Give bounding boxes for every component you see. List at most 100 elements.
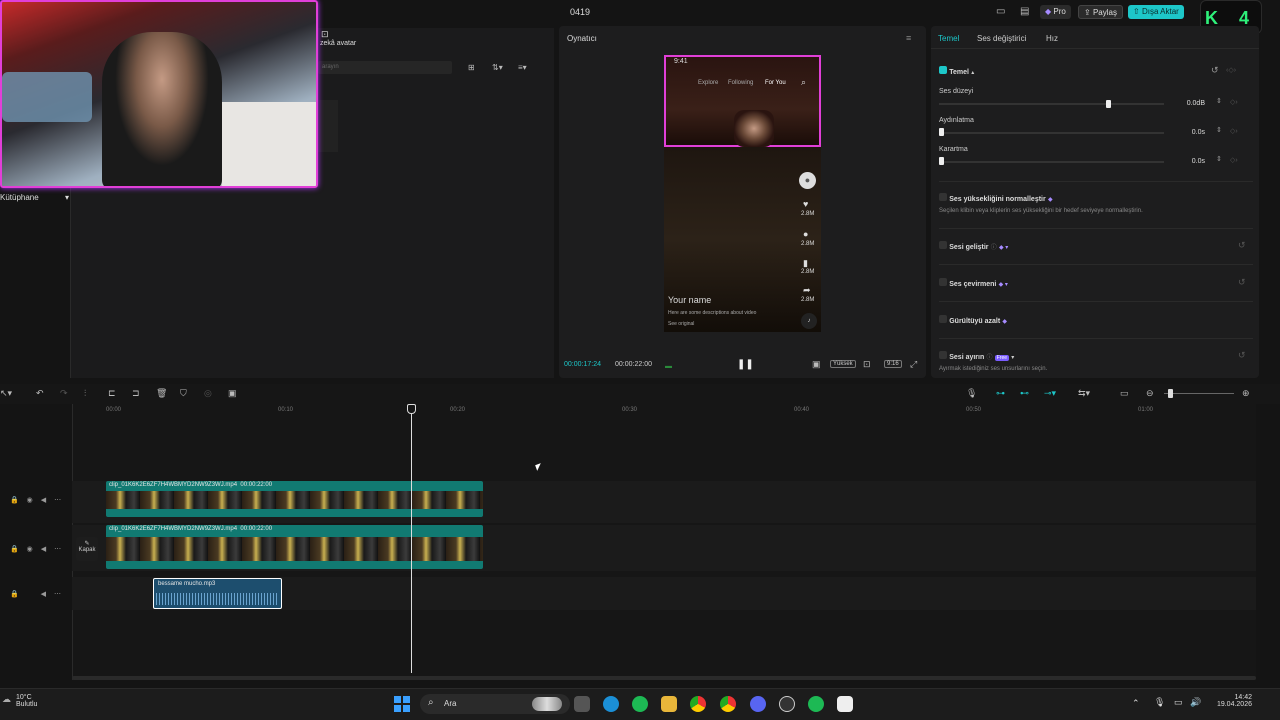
checkbox-basic[interactable] [939, 66, 947, 74]
delete-icon[interactable]: 🗑 [156, 388, 167, 399]
stepper-icon[interactable]: ⇕ [1216, 126, 1222, 134]
keyframe-icon[interactable]: ◇› [1230, 156, 1238, 164]
export-button[interactable]: ⇧ Dışa Aktar [1128, 5, 1184, 19]
taskbar-clock[interactable]: 14:42 19.04.2026 [1212, 694, 1252, 708]
windows-start-icon[interactable] [394, 696, 410, 712]
undo-icon[interactable]: ↶ [36, 388, 44, 399]
snapshot-icon[interactable]: ▣ [812, 359, 821, 370]
sort-icon[interactable]: ⇅▾ [492, 63, 503, 72]
fadeout-value[interactable]: 0.0s [1172, 156, 1205, 168]
enhance-toggle[interactable]: Sesi geliştir ⓘ ◆ ▾ [939, 241, 1008, 251]
playhead-handle[interactable] [407, 404, 416, 414]
microphone-icon[interactable]: 🎙 [966, 388, 977, 399]
playhead[interactable] [411, 405, 412, 673]
video-clip[interactable]: clip_01K6K2E6ZF7H4WBMYD2NW9Z3WJ.mp4 00:0… [106, 525, 483, 569]
speaker-icon[interactable]: ◀ [41, 546, 46, 553]
volume-slider[interactable] [939, 103, 1164, 105]
speaker-icon[interactable]: ◀ [41, 591, 46, 598]
avatar-icon[interactable]: ⊡ [321, 29, 329, 40]
eye-icon[interactable]: ◉ [27, 546, 33, 553]
zoom-slider[interactable] [1164, 393, 1234, 394]
layout-icon[interactable]: ▭ [996, 6, 1005, 18]
reset-icon[interactable]: ↺ [1238, 240, 1246, 251]
pro-button[interactable]: ◆ Pro [1040, 5, 1071, 19]
linkage-icon[interactable]: ⊸▾ [1044, 388, 1056, 399]
checkbox-normalize[interactable] [939, 193, 947, 201]
chrome-icon[interactable] [690, 696, 706, 712]
caption-icon[interactable]: ▣ [228, 388, 237, 399]
stepper-icon[interactable]: ⇕ [1216, 155, 1222, 163]
fadein-slider-handle[interactable] [939, 128, 944, 136]
tab-voice-changer[interactable]: Ses değiştirici [977, 34, 1026, 43]
fadein-slider[interactable] [939, 132, 1164, 134]
trim-left-icon[interactable]: ⊏ [108, 388, 116, 399]
library-dropdown[interactable]: Kütüphane ▾ [0, 193, 69, 202]
shield-icon[interactable]: ⛉ [180, 388, 187, 399]
reset-icon[interactable]: ↺ [1211, 65, 1219, 76]
zoom-out-icon[interactable]: ⊖ [1146, 388, 1154, 399]
speaker-icon[interactable]: ◀ [41, 497, 46, 504]
normalize-toggle[interactable]: Ses yüksekliğini normalleştir ◆ [939, 193, 1053, 203]
overview-icon[interactable]: ▭ [1120, 388, 1129, 399]
separate-toggle[interactable]: Sesi ayırın ⓘ Free ▾ [939, 351, 1014, 361]
video-clip[interactable]: clip_01K6K2E6ZF7H4WBMYD2NW9Z3WJ.mp4 00:0… [106, 481, 483, 517]
keyframe-icon[interactable]: ◇› [1230, 127, 1238, 135]
chrome-profile-icon[interactable] [720, 696, 736, 712]
mask-icon[interactable]: ◎ [204, 388, 212, 399]
lock-icon[interactable]: 🔒 [10, 591, 19, 598]
volume-icon[interactable]: 🔊 [1190, 697, 1201, 708]
edge-icon[interactable] [603, 696, 619, 712]
link-icon[interactable]: ⊶ [996, 388, 1005, 399]
obs-icon[interactable] [779, 696, 795, 712]
volume-value[interactable]: 0.0dB [1172, 98, 1205, 110]
tab-speed[interactable]: Hız [1046, 34, 1058, 43]
more-icon[interactable]: ⋯ [54, 546, 61, 553]
reset-icon[interactable]: ↺ [1238, 350, 1246, 361]
more-icon[interactable]: ⋯ [54, 591, 61, 598]
basic-section-toggle[interactable]: Temel ▴ [939, 66, 974, 76]
stepper-icon[interactable]: ⇕ [1216, 97, 1222, 105]
media-thumb[interactable] [318, 100, 338, 152]
checkbox-separate[interactable] [939, 351, 947, 359]
pause-icon[interactable]: ❚❚ [737, 359, 754, 370]
zoom-slider-handle[interactable] [1168, 389, 1173, 398]
volume-slider-handle[interactable] [1105, 100, 1111, 108]
weather-widget[interactable]: 10°C Bulutlu [16, 694, 37, 708]
translate-toggle[interactable]: Ses çevirmeni ◆ ▾ [939, 278, 1008, 288]
audio-clip[interactable]: bessame mucho.mp3 [153, 578, 282, 609]
share-button[interactable]: ⇪ Paylaş [1078, 5, 1123, 19]
ratio-button[interactable]: 9:16 [884, 360, 902, 368]
filter-icon[interactable]: ⊞ [468, 63, 475, 72]
split-icon[interactable]: ⫶ [84, 388, 86, 399]
more-icon[interactable]: ⋯ [54, 497, 61, 504]
fadeout-slider-handle[interactable] [939, 157, 944, 165]
menu-icon[interactable]: ≡ [906, 33, 911, 43]
file-explorer-icon[interactable] [661, 696, 677, 712]
lock-icon[interactable]: 🔒 [10, 497, 19, 504]
trim-right-icon[interactable]: ⊐ [132, 388, 140, 399]
microphone-icon[interactable]: 🎙 [1154, 697, 1165, 708]
shortcut-icon[interactable]: ▤ [1020, 6, 1029, 18]
discord-icon[interactable] [750, 696, 766, 712]
denoise-toggle[interactable]: Gürültüyü azalt ◆ [939, 315, 1007, 325]
spotify-icon[interactable] [632, 696, 648, 712]
search-input[interactable]: arayın [318, 61, 452, 74]
keyframe-icon[interactable]: ◇› [1230, 98, 1238, 106]
quality-button[interactable]: Yüksek [830, 360, 856, 368]
zoom-in-icon[interactable]: ⊕ [1242, 388, 1250, 399]
task-view-icon[interactable] [574, 696, 590, 712]
type-filter-icon[interactable]: ≡▾ [518, 63, 527, 72]
redo-icon[interactable]: ↷ [60, 388, 68, 399]
chevron-up-icon[interactable]: ⌃ [1132, 698, 1140, 709]
snap-icon[interactable]: ⊷ [1020, 388, 1029, 399]
capcut-icon[interactable] [837, 696, 853, 712]
fadeout-slider[interactable] [939, 161, 1164, 163]
checkbox-enhance[interactable] [939, 241, 947, 249]
cover-button[interactable]: ✎ Kapak [76, 537, 98, 561]
fit-icon[interactable]: ⊡ [863, 359, 871, 370]
preview-axis-icon[interactable]: ⇆▾ [1078, 388, 1090, 399]
reset-icon[interactable]: ↺ [1238, 277, 1246, 288]
lock-icon[interactable]: 🔒 [10, 546, 19, 553]
phone-preview[interactable]: 9:41 Explore Following For You ⌕ ● ♥ 2.8… [664, 55, 821, 332]
checkbox-translate[interactable] [939, 278, 947, 286]
